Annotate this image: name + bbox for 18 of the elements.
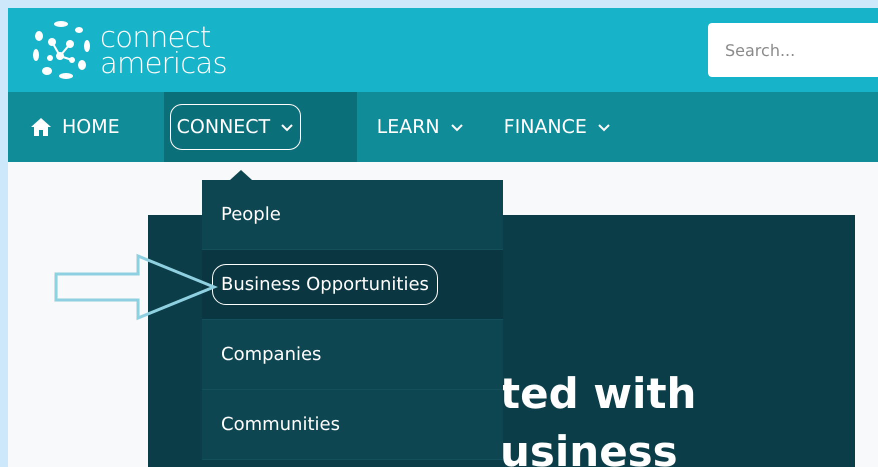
logo-text: americas <box>100 50 227 76</box>
menu-item[interactable]: Companies <box>221 341 322 368</box>
nav-tab[interactable]: HOME <box>30 92 164 162</box>
chevron-down-icon <box>280 122 294 132</box>
chevron-down-icon <box>450 122 464 132</box>
hero-heading: usiness <box>500 426 679 467</box>
menu-item[interactable]: Business Opportunities <box>212 264 438 305</box>
nav-tab[interactable]: LEARN <box>356 92 484 162</box>
home-icon <box>30 117 52 137</box>
menu-item[interactable]: People <box>221 201 281 228</box>
logo-icon <box>30 18 92 82</box>
chevron-down-icon <box>596 122 611 132</box>
search-field[interactable]: Search... <box>708 23 878 77</box>
logo-text: connect <box>100 24 211 50</box>
menu-item[interactable]: Communities <box>221 411 340 438</box>
nav-tab[interactable]: FINANCE <box>484 92 631 162</box>
nav-tab[interactable]: CONNECT <box>164 92 357 162</box>
hero-heading: ted with <box>500 368 698 420</box>
